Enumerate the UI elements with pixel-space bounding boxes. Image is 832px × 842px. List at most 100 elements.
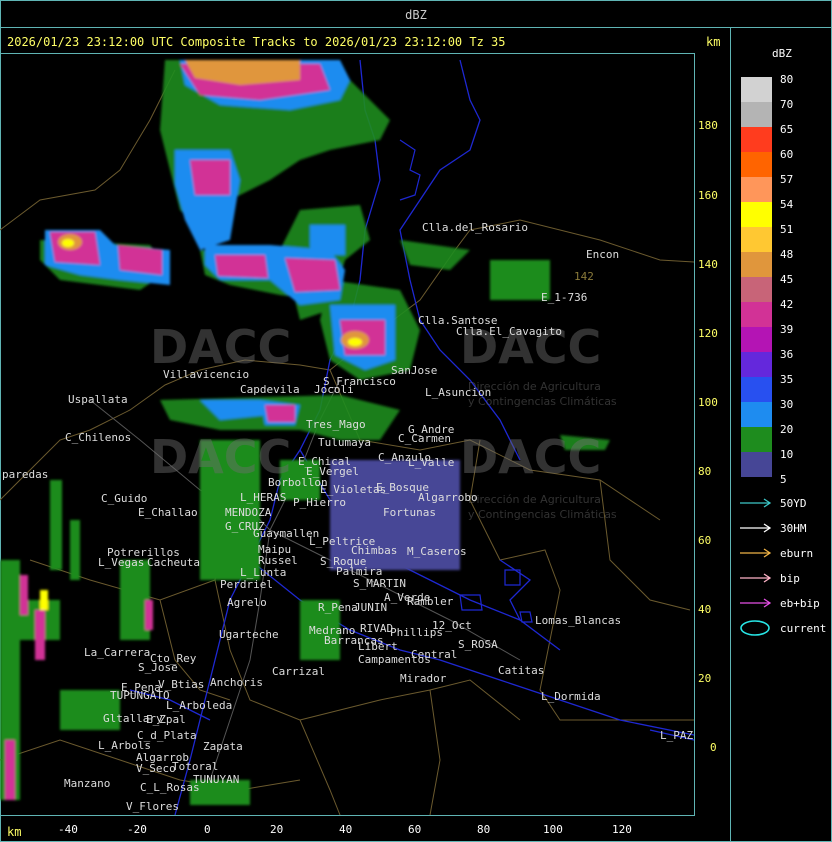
track-legend-arrows [740,498,772,636]
place-label: SanJose [391,364,438,377]
track-current-ellipse [740,620,770,636]
legend-level: 65 [780,123,794,136]
place-label: V_Seco [136,762,176,775]
legend-level: 57 [780,173,794,186]
legend-swatch [741,427,772,452]
place-label: Borbollon [268,476,328,489]
place-label: Algarrobo [418,491,478,504]
legend-level: 35 [780,373,794,386]
legend-level: 80 [780,73,794,86]
y-axis-unit: km [706,35,721,49]
x-tick: 20 [270,823,284,836]
track-bip-arrow [740,573,772,583]
track-label: eb+bip [780,597,820,610]
x-axis-unit: km [7,825,22,839]
track-label: current [780,622,827,635]
legend-level: 20 [780,423,794,436]
place-label: Gltallary [103,712,163,725]
place-label: Capdevila [240,383,300,396]
y-tick: 180 [698,119,718,132]
status-line: 2026/01/23 23:12:00 UTC Composite Tracks… [7,35,506,49]
track-30hm-arrow [740,523,772,533]
place-label: Zapata [203,740,243,753]
watermark-line2: y Contingencias Climáticas [468,508,617,521]
legend-swatch [741,352,772,377]
legend-level: 54 [780,198,794,211]
watermark-line1: Dirección de Agricultura [468,493,601,506]
legend-level: 30 [780,398,794,411]
place-label: Manzano [64,777,111,790]
place-label: P_Hierro [293,496,346,509]
place-label: Libert [358,640,398,653]
place-label: Anchoris [210,676,263,689]
legend-swatch [741,302,772,327]
y-tick: 100 [698,396,718,409]
legend-level: 45 [780,273,794,286]
y-tick: 0 [710,741,717,754]
place-label: C_Guido [101,492,148,505]
legend-swatch [741,452,772,477]
place-label: S_ROSA [458,638,498,651]
track-50yd-arrow [740,498,772,508]
track-eburn-arrow [740,548,772,558]
x-tick: 60 [408,823,422,836]
y-tick: 160 [698,189,718,202]
legend-swatch [741,252,772,277]
legend-swatch [741,177,772,202]
legend-swatch [741,127,772,152]
place-label: Uspallata [68,393,128,406]
place-label: L_Dormida [541,690,601,703]
place-label: Tulumaya [318,436,371,449]
place-label: MENDOZA [225,506,272,519]
place-label: L_Arboleda [166,699,233,712]
legend-level: 36 [780,348,794,361]
place-label: Villavicencio [163,368,250,381]
y-tick: 80 [698,465,712,478]
place-label: S_MARTIN [353,577,406,590]
place-label: Clla.del_Rosario [422,221,528,234]
place-label: C_Carmen [398,432,451,445]
legend-swatch [741,377,772,402]
legend-level: 10 [780,448,794,461]
place-label: paredas [2,468,49,481]
watermark-brand: DACC [460,430,602,484]
place-label: Central [411,648,458,661]
legend-level: 42 [780,298,794,311]
place-label: R_Pena [318,601,358,614]
place-label: L_HERAS [240,491,287,504]
place-label: Mirador [400,672,447,685]
place-label: L_Valle [408,456,455,469]
x-tick: 0 [204,823,211,836]
legend-swatch [741,102,772,127]
place-label: Carrizal [272,665,325,678]
place-label: Jocoli [314,383,354,396]
x-tick: 80 [477,823,491,836]
place-label: Fortunas [383,506,436,519]
place-label: E_Challao [138,506,198,519]
watermark-brand: DACC [150,320,292,374]
place-label: La_Carrera [84,646,151,659]
track-ebbip-arrow [740,598,772,608]
x-tick: 100 [543,823,563,836]
place-label: S_Jose [138,661,178,674]
place-label: M_Caseros [407,545,467,558]
place-label: L_Asuncion [425,386,492,399]
place-label: Rambler [407,595,454,608]
track-label: eburn [780,547,814,560]
place-label: Encon [586,248,620,261]
y-tick: 20 [698,672,712,685]
place-label: Tres_Mago [306,418,366,431]
legend-swatch [741,277,772,302]
x-tick: -40 [58,823,78,836]
place-label: TUNUYAN [193,773,240,786]
legend-level: 5 [780,473,787,486]
legend-level: 70 [780,98,794,111]
track-label: 30HM [780,522,807,535]
x-tick: -20 [127,823,147,836]
place-label: Lomas_Blancas [535,614,622,627]
place-label: Catitas [498,664,545,677]
place-label: C_L_Rosas [140,781,200,794]
y-tick: 120 [698,327,718,340]
place-label: E_1-736 [541,291,588,304]
legend-level: 39 [780,323,794,336]
